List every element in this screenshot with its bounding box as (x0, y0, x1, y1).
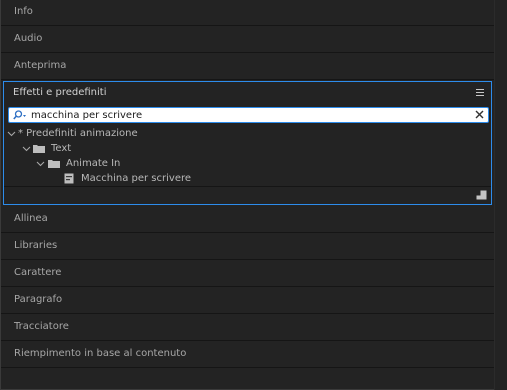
clear-search-icon[interactable] (474, 109, 485, 120)
chevron-down-icon[interactable] (7, 129, 16, 138)
panel-riempimento[interactable]: Riempimento in base al contenuto (1, 342, 494, 368)
effects-panel-title: Effetti e predefiniti (13, 87, 107, 98)
chevron-down-icon[interactable] (36, 159, 45, 168)
search-field[interactable] (8, 107, 489, 123)
effects-presets-panel: Effetti e predefiniti * Predefiniti anim… (3, 81, 492, 205)
panel-paragrafo-label: Paragrafo (14, 294, 63, 305)
folder-icon (33, 145, 45, 153)
panel-anteprima-label: Anteprima (14, 60, 67, 71)
tree-item-label: Animate In (66, 158, 121, 169)
panel-libraries[interactable]: Libraries (1, 234, 494, 260)
panel-riempimento-label: Riempimento in base al contenuto (14, 348, 187, 359)
scrollbar-track[interactable] (494, 0, 507, 390)
tree-item-label: * Predefiniti animazione (18, 128, 138, 139)
folder-icon (48, 160, 60, 168)
panel-allinea[interactable]: Allinea (1, 207, 494, 233)
panel-paragrafo[interactable]: Paragrafo (1, 288, 494, 314)
panel-tracciatore-label: Tracciatore (14, 321, 69, 332)
panel-carattere[interactable]: Carattere (1, 261, 494, 287)
animation-preset-icon (64, 173, 74, 184)
panel-info[interactable]: Info (1, 0, 494, 26)
effects-panel-footer (4, 186, 491, 204)
panel-tracciatore[interactable]: Tracciatore (1, 315, 494, 341)
panel-audio-label: Audio (14, 33, 43, 44)
new-bin-icon[interactable] (476, 190, 487, 200)
chevron-down-icon[interactable] (22, 144, 31, 153)
tree-item-label: Text (51, 143, 72, 154)
effects-panel-header[interactable]: Effetti e predefiniti (4, 82, 491, 104)
tree-item-label: Macchina per scrivere (81, 173, 192, 184)
search-input[interactable] (31, 109, 451, 121)
panel-anteprima[interactable]: Anteprima (1, 54, 494, 80)
search-icon[interactable] (13, 110, 27, 120)
panel-info-label: Info (14, 6, 33, 17)
panel-allinea-label: Allinea (14, 213, 48, 224)
panel-carattere-label: Carattere (14, 267, 62, 278)
panel-libraries-label: Libraries (14, 240, 58, 251)
hamburger-menu-icon[interactable] (476, 89, 484, 97)
panel-audio[interactable]: Audio (1, 27, 494, 53)
